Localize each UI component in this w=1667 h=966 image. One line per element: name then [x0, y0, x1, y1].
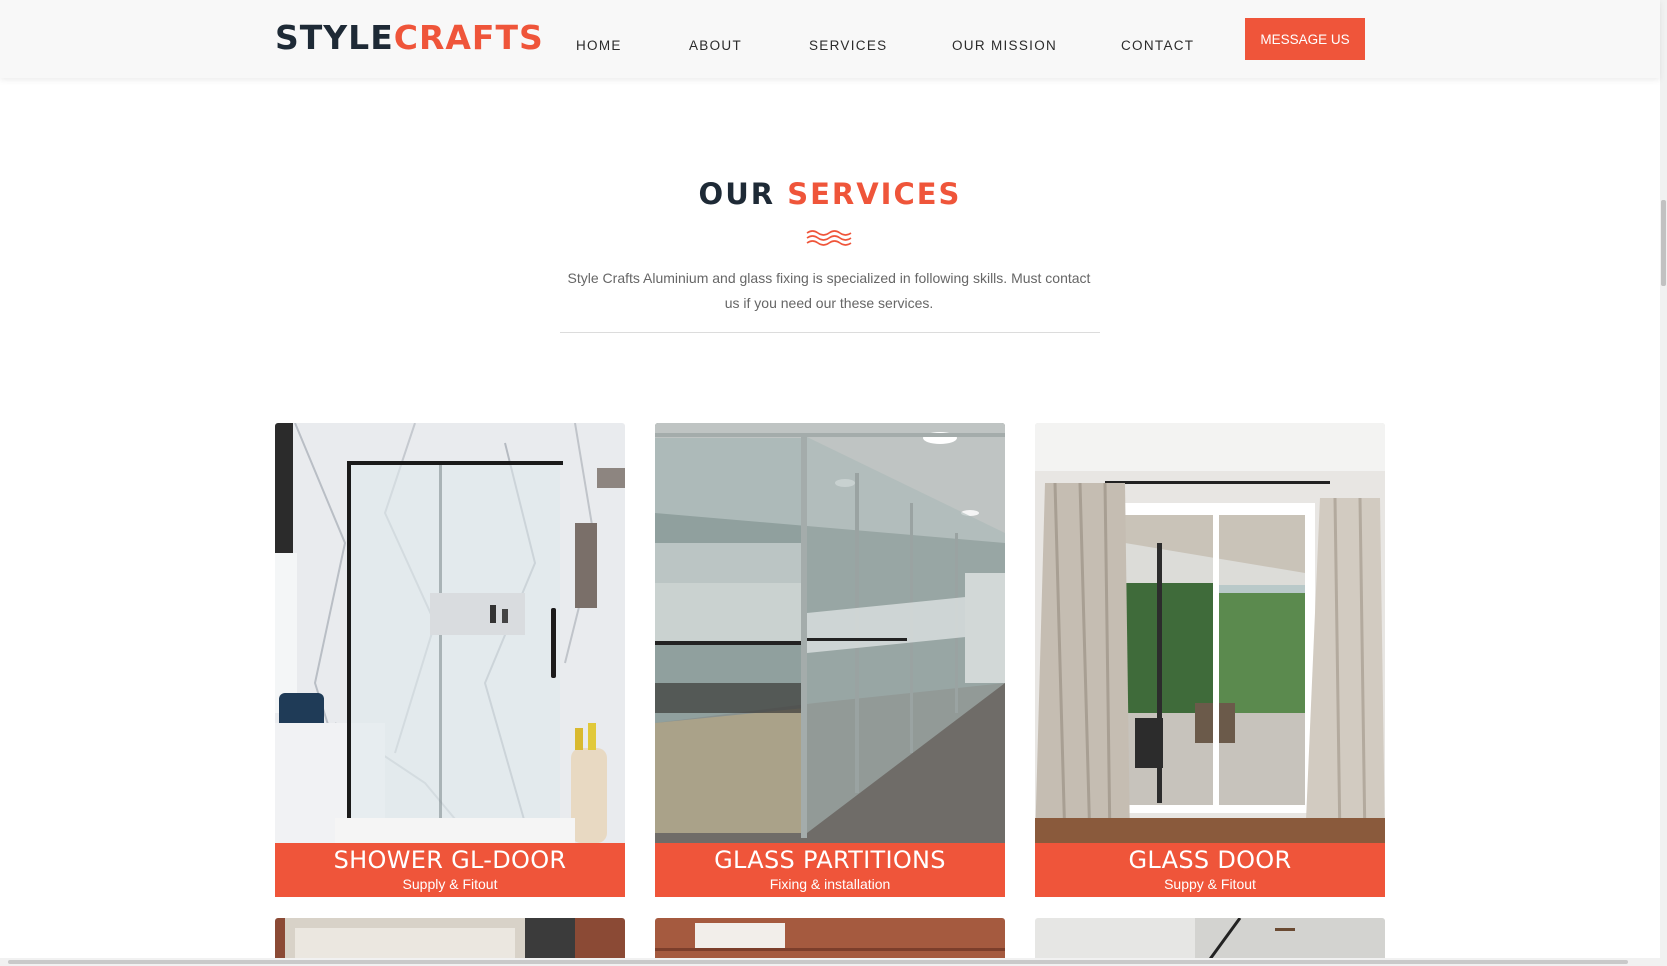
services-heading-dark: OUR — [698, 177, 776, 211]
horizontal-scrollbar[interactable] — [0, 958, 1660, 966]
site-header: STYLECRAFTS HOME ABOUT SERVICES OUR MISS… — [0, 0, 1660, 78]
card-title: SHOWER GL-DOOR — [333, 846, 567, 874]
services-description: Style Crafts Aluminium and glass fixing … — [567, 270, 1091, 311]
logo-text-accent: CRAFTS — [393, 18, 544, 57]
services-heading: OUR SERVICES — [0, 174, 1660, 214]
service-card-glass-door[interactable]: GLASS DOOR Suppy & Fitout — [1035, 423, 1385, 897]
card-subtitle: Fixing & installation — [769, 876, 891, 892]
glass-door-image — [1035, 423, 1385, 843]
section-divider — [560, 332, 1100, 333]
logo-text-dark: STYLE — [275, 18, 394, 57]
card-subtitle: Suppy & Fitout — [1164, 876, 1256, 892]
nav-our-mission[interactable]: OUR MISSION — [952, 38, 1057, 53]
wave-divider-icon — [806, 230, 852, 246]
services-heading-accent: SERVICES — [787, 177, 962, 211]
card-title: GLASS PARTITIONS — [714, 846, 946, 874]
vertical-scrollbar[interactable] — [1660, 0, 1667, 966]
nav-services[interactable]: SERVICES — [809, 38, 887, 53]
vertical-scrollbar-thumb[interactable] — [1661, 200, 1666, 286]
service-card-shower[interactable]: SHOWER GL-DOOR Supply & Fitout — [275, 423, 625, 897]
card-title: GLASS DOOR — [1128, 846, 1292, 874]
card-caption: GLASS PARTITIONS Fixing & installation — [655, 843, 1005, 897]
card-caption: SHOWER GL-DOOR Supply & Fitout — [275, 843, 625, 897]
site-logo[interactable]: STYLECRAFTS — [275, 18, 544, 58]
glass-partitions-image — [655, 423, 1005, 843]
card-subtitle: Supply & Fitout — [402, 876, 498, 892]
shower-door-image — [275, 423, 625, 843]
message-us-button[interactable]: MESSAGE US — [1245, 18, 1365, 60]
horizontal-scrollbar-thumb[interactable] — [8, 960, 1628, 964]
nav-contact[interactable]: CONTACT — [1121, 38, 1194, 53]
service-card-partitions[interactable]: GLASS PARTITIONS Fixing & installation — [655, 423, 1005, 897]
card-caption: GLASS DOOR Suppy & Fitout — [1035, 843, 1385, 897]
nav-about[interactable]: ABOUT — [689, 38, 742, 53]
nav-home[interactable]: HOME — [576, 38, 622, 53]
